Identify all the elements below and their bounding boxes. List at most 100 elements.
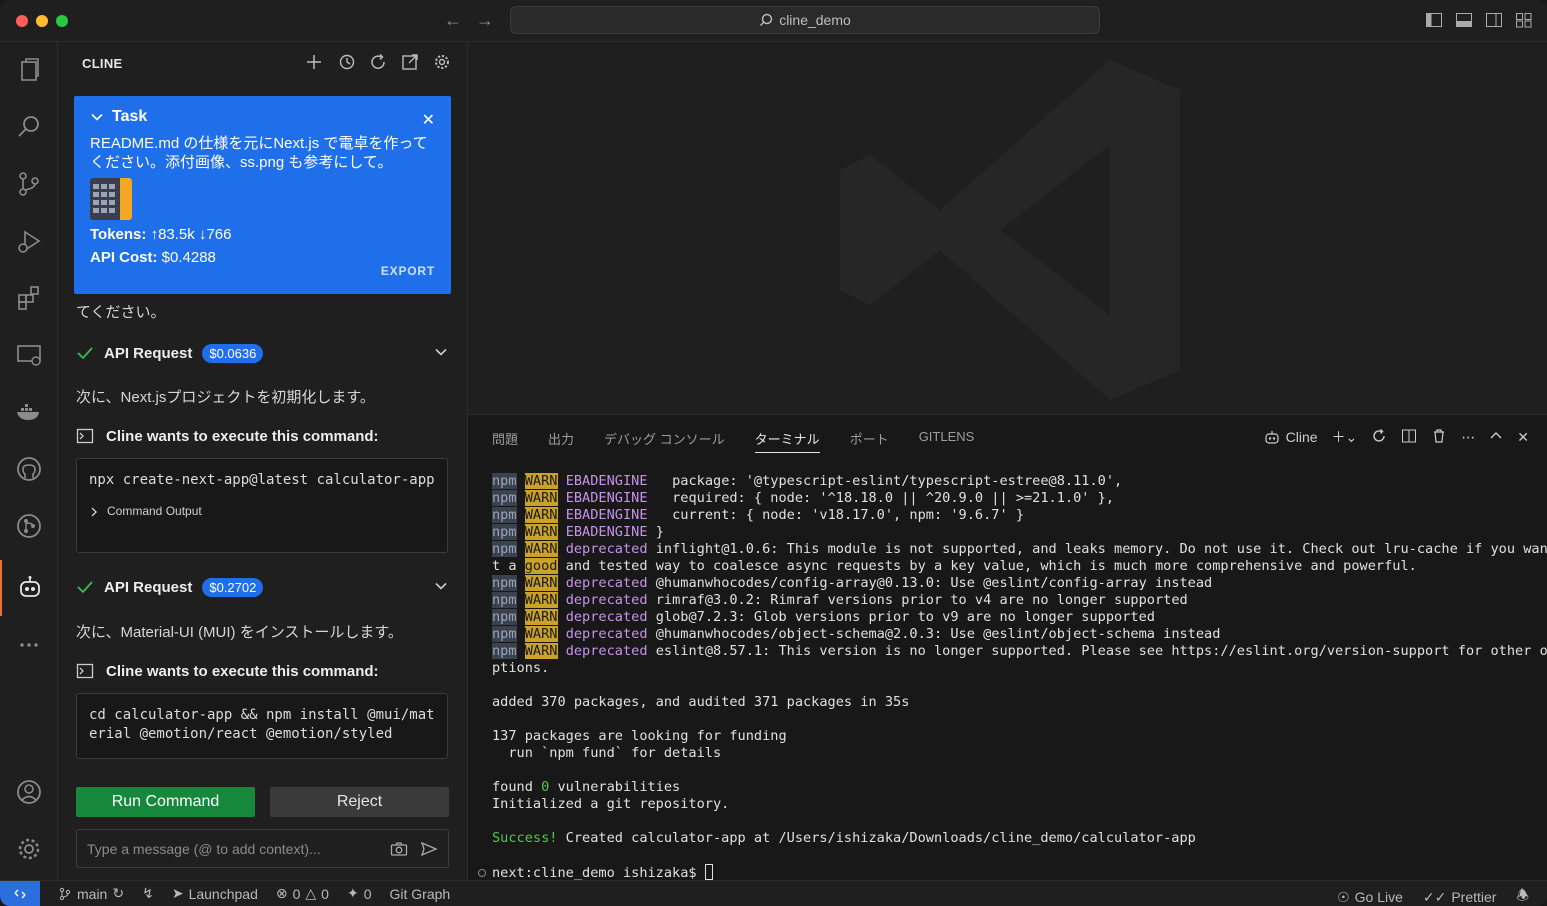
warn-message: rimraf@3.0.2: Rimraf versions prior to v… xyxy=(647,592,1188,608)
cline-robot-icon xyxy=(1265,431,1279,444)
source-control-icon[interactable] xyxy=(0,156,58,212)
trash-icon[interactable] xyxy=(1431,428,1447,447)
github-icon[interactable] xyxy=(0,441,58,497)
command-code: npx create-next-app@latest calculator-ap… xyxy=(89,472,435,488)
tab-terminal[interactable]: ターミナル xyxy=(754,429,820,453)
maximize-window-button[interactable] xyxy=(56,15,68,27)
funding-text: 137 packages are looking for funding xyxy=(492,728,787,744)
shell-prompt: next:cline_demo ishizaka$ xyxy=(492,865,705,881)
panel-tabs: 問題 出力 デバッグ コンソール ターミナル ポート GITLENS xyxy=(492,429,974,453)
warn-message: @humanwhocodes/object-schema@2.0.3: Use … xyxy=(647,626,1221,642)
workspace-name: cline_demo xyxy=(779,12,851,28)
close-task-icon[interactable]: ✕ xyxy=(422,110,435,130)
command-output-toggle[interactable]: Command Output xyxy=(89,502,435,521)
minimize-window-button[interactable] xyxy=(36,15,48,27)
notifications-bell-icon[interactable]: 🕭 xyxy=(1516,885,1529,906)
toggle-panel-icon[interactable] xyxy=(1455,11,1473,29)
chevron-down-icon[interactable] xyxy=(434,579,448,593)
warn-tag: WARN xyxy=(524,473,558,489)
terminal-line: run `npm fund` for details xyxy=(492,745,1528,762)
toggle-primary-sidebar-icon[interactable] xyxy=(1425,11,1443,29)
vscode-watermark-logo xyxy=(840,60,1180,400)
double-check-icon: ✓✓ xyxy=(1422,888,1447,905)
close-window-button[interactable] xyxy=(16,15,28,27)
message-input[interactable] xyxy=(87,840,390,857)
more-actions-icon[interactable]: ⋯ xyxy=(1461,429,1475,446)
go-live-status[interactable]: ☉ Go Live xyxy=(1337,885,1403,906)
export-button[interactable]: EXPORT xyxy=(381,264,435,278)
warn-code: deprecated xyxy=(565,541,648,557)
new-task-plus-icon[interactable] xyxy=(304,52,324,72)
refresh-icon[interactable] xyxy=(368,52,388,72)
run-debug-icon[interactable] xyxy=(0,213,58,269)
terminal-name: Cline xyxy=(1285,429,1318,445)
terminal-icon xyxy=(76,663,94,679)
forward-arrow-icon[interactable]: → xyxy=(476,10,494,31)
settings-gear-icon[interactable] xyxy=(432,52,452,72)
tab-problems[interactable]: 問題 xyxy=(492,429,518,453)
prettier-status[interactable]: ✓✓ Prettier xyxy=(1423,885,1497,906)
warn-code: EBADENGINE xyxy=(565,473,648,489)
tab-output[interactable]: 出力 xyxy=(548,429,574,453)
new-terminal-plus-icon[interactable]: ＋⌄ xyxy=(1332,427,1358,447)
warn-code: deprecated xyxy=(565,609,648,625)
account-icon[interactable] xyxy=(0,764,58,820)
customize-layout-icon[interactable] xyxy=(1515,11,1533,29)
ports-status[interactable]: ✦ 0 xyxy=(347,885,372,902)
gitlens-icon[interactable] xyxy=(0,498,58,554)
warn-code: deprecated xyxy=(565,592,648,608)
terminal-selector[interactable]: Cline xyxy=(1264,429,1318,445)
git-fetch-icon[interactable]: ↯ xyxy=(142,885,154,902)
cline-icon[interactable] xyxy=(0,560,58,616)
open-in-editor-icon[interactable] xyxy=(400,52,420,72)
tab-ports[interactable]: ポート xyxy=(850,429,889,453)
docker-icon[interactable] xyxy=(0,384,58,440)
api-request-row[interactable]: API Request $0.0636 xyxy=(76,341,448,365)
task-card[interactable]: Task ✕ README.md の仕様を元にNext.js で電卓を作ってくだ… xyxy=(74,96,451,294)
tab-debug-console[interactable]: デバッグ コンソール xyxy=(604,429,725,453)
warn-code: EBADENGINE xyxy=(565,490,648,506)
manage-gear-icon[interactable] xyxy=(0,821,58,877)
restart-icon[interactable] xyxy=(1371,428,1387,447)
remote-explorer-icon[interactable] xyxy=(0,327,58,383)
api-request-row[interactable]: API Request $0.2702 xyxy=(76,575,448,599)
split-terminal-icon[interactable] xyxy=(1401,428,1417,447)
send-icon[interactable] xyxy=(420,840,438,858)
problems-status[interactable]: ⊗ 0 △ 0 xyxy=(276,885,329,902)
launchpad-status[interactable]: ➤ Launchpad xyxy=(172,885,258,902)
npm-tag: npm xyxy=(492,592,517,608)
back-arrow-icon[interactable]: ← xyxy=(444,10,462,31)
explorer-icon[interactable] xyxy=(0,42,58,98)
npm-tag: npm xyxy=(492,473,517,489)
npm-tag: npm xyxy=(492,575,517,591)
sync-icon[interactable]: ↻ xyxy=(112,885,124,902)
reject-button[interactable]: Reject xyxy=(270,787,449,817)
prompt-indicator-icon xyxy=(478,869,486,877)
search-icon[interactable] xyxy=(0,99,58,155)
camera-icon[interactable] xyxy=(390,840,408,858)
warn-tag: WARN xyxy=(524,575,558,591)
more-icon[interactable] xyxy=(0,617,58,673)
git-graph-status[interactable]: Git Graph xyxy=(390,886,451,902)
chevron-down-icon[interactable] xyxy=(434,345,448,359)
close-panel-icon[interactable]: ✕ xyxy=(1517,429,1529,446)
extensions-icon[interactable] xyxy=(0,270,58,326)
branch-status[interactable]: main ↻ xyxy=(58,885,124,902)
remote-indicator-icon[interactable] xyxy=(0,880,40,906)
run-command-button[interactable]: Run Command xyxy=(76,787,255,817)
command-center-search[interactable]: cline_demo xyxy=(510,6,1100,34)
maximize-panel-icon[interactable] xyxy=(1489,429,1503,446)
attached-image-thumbnail[interactable] xyxy=(90,178,132,220)
warn-message: } xyxy=(647,524,664,540)
funding-text: run `npm fund` for details xyxy=(492,745,722,761)
go-live-label: Go Live xyxy=(1354,889,1403,905)
npm-tag: npm xyxy=(492,524,517,540)
chevron-down-icon[interactable] xyxy=(90,110,104,124)
history-icon[interactable] xyxy=(336,52,356,72)
command-code: cd calculator-app && npm install @mui/ma… xyxy=(89,707,435,742)
activity-bar xyxy=(0,42,58,880)
tab-gitlens[interactable]: GITLENS xyxy=(919,429,975,453)
launchpad-label: Launchpad xyxy=(188,885,258,902)
toggle-secondary-sidebar-icon[interactable] xyxy=(1485,11,1503,29)
command-request-header: Cline wants to execute this command: xyxy=(76,427,379,445)
